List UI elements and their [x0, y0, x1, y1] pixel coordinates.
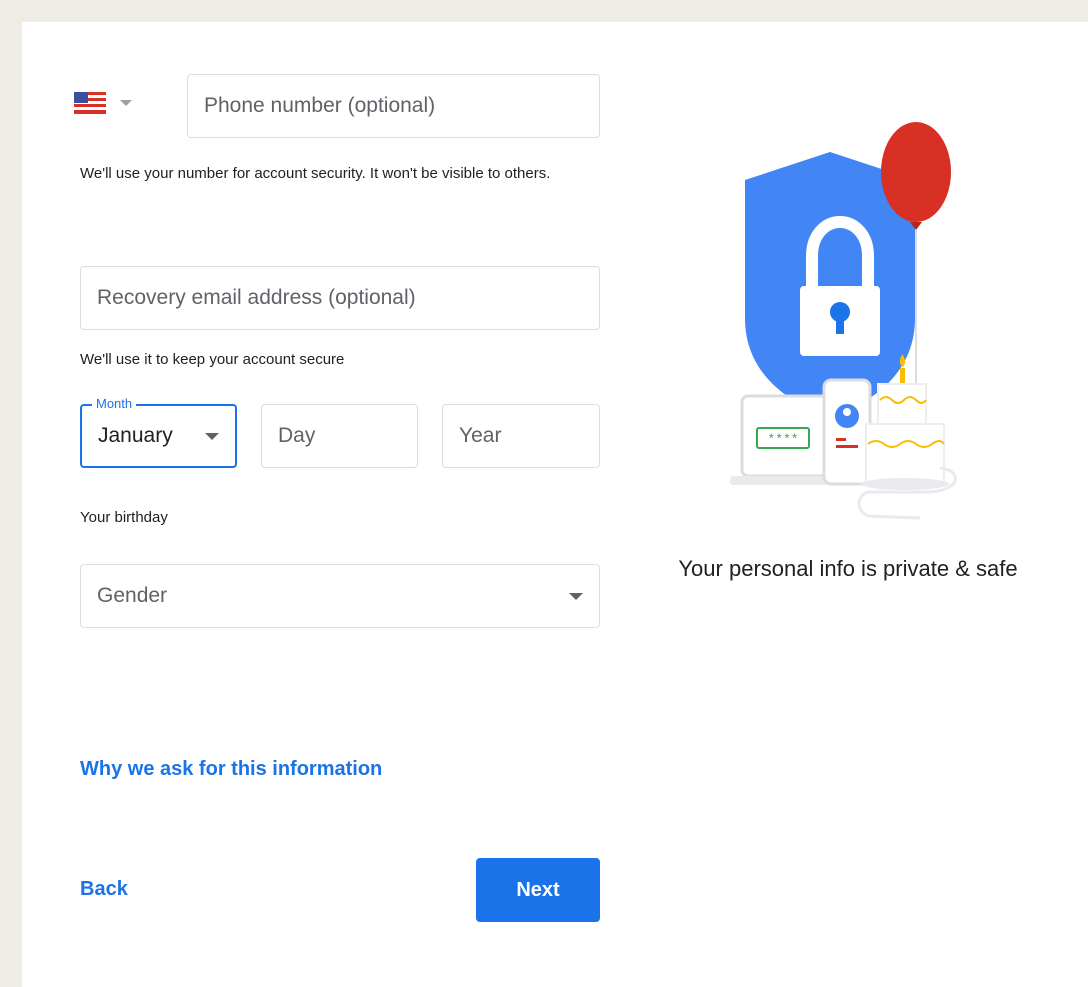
month-value: January	[98, 424, 173, 447]
privacy-illustration: ****	[730, 122, 957, 520]
recovery-helper-text: We'll use it to keep your account secure	[80, 351, 345, 368]
next-button[interactable]: Next	[476, 858, 600, 922]
balloon-icon	[881, 122, 951, 222]
year-input[interactable]	[459, 424, 583, 448]
cake-icon	[877, 383, 927, 425]
phone-input[interactable]	[204, 94, 583, 118]
smartphone-icon	[822, 378, 872, 486]
us-flag-icon	[74, 92, 106, 114]
day-input[interactable]	[278, 424, 401, 448]
privacy-caption: Your personal info is private & safe	[678, 556, 1018, 581]
candle-icon	[900, 368, 905, 384]
day-field[interactable]	[261, 404, 418, 468]
month-select[interactable]: Month January	[80, 396, 237, 468]
country-code-select[interactable]	[72, 70, 166, 136]
password-mask: ****	[767, 432, 798, 447]
chevron-down-icon	[205, 432, 219, 440]
birthday-helper-text: Your birthday	[80, 509, 168, 526]
why-we-ask-link[interactable]: Why we ask for this information	[80, 758, 382, 781]
gender-placeholder: Gender	[97, 584, 168, 607]
chevron-down-icon	[120, 100, 132, 106]
gender-select[interactable]: Gender	[80, 564, 600, 628]
month-label: Month	[92, 396, 137, 412]
chevron-down-icon	[569, 592, 583, 600]
phone-input-field[interactable]	[187, 74, 600, 138]
phone-helper-text: We'll use your number for account securi…	[80, 165, 551, 182]
year-field[interactable]	[442, 404, 600, 468]
recovery-email-input[interactable]	[97, 286, 583, 310]
recovery-email-field[interactable]	[80, 266, 600, 330]
back-link[interactable]: Back	[80, 878, 128, 901]
